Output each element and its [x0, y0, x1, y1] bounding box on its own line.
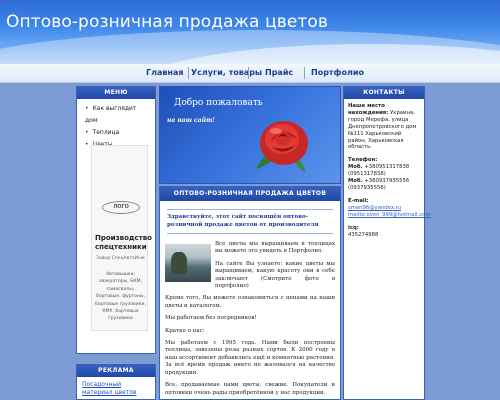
paragraph: Мы работаем с 1995 года. Нами были постр…	[165, 340, 335, 376]
nav-separator	[188, 67, 189, 79]
paragraph: На сайте Вы узнаете: какие цветы мы выра…	[215, 260, 335, 290]
advertising-panel-title: РЕКЛАМА	[77, 365, 155, 377]
paragraph: Кроме того, Вы можете ознакомиться с цен…	[165, 295, 335, 309]
email-label: E-mail:	[348, 197, 369, 204]
main-nav: Главная Услуги, товары Прайс Портфолио	[0, 64, 500, 83]
menu-item-greenhouse[interactable]: Теплица	[85, 127, 149, 139]
menu-list: Как выглядит дом Теплица Цветы	[77, 99, 155, 151]
main-content-title: ОПТОВО-РОЗНИЧНАЯ ПРОДАЖА ЦВЕТОВ	[160, 187, 340, 201]
rose-image	[256, 121, 308, 173]
menu-panel: МЕНЮ Как выглядит дом Теплица Цветы ЛОГО…	[76, 86, 156, 354]
mobile-label: Моб.	[348, 178, 363, 185]
menu-item-house[interactable]: Как выглядит дом	[85, 103, 149, 127]
main-content: ОПТОВО-РОЗНИЧНАЯ ПРОДАЖА ЦВЕТОВ Здравств…	[159, 186, 341, 400]
nav-link-price[interactable]: Прайс	[265, 68, 293, 77]
location-label: Наше место нахождения:	[348, 103, 389, 116]
house-photo	[165, 244, 211, 282]
welcome-banner: Добро пожаловать на наш сайт!	[159, 86, 341, 184]
paragraph: Все цветы мы выращиваем в теплицах вы мо…	[215, 241, 335, 255]
email-link-1[interactable]: sman96@yandex.ru	[348, 205, 420, 212]
site-title: Оптово-розничная продажа цветов	[6, 12, 329, 32]
email-link-2[interactable]: mailto:oven_999@hotmail.com	[348, 212, 431, 219]
intro-row: Все цветы мы выращиваем в теплицах вы мо…	[165, 241, 335, 295]
location-text: Украина, город Мерефа, улица Днепропетро…	[348, 109, 417, 151]
nav-separator	[304, 67, 305, 79]
nav-link-home[interactable]: Главная	[146, 68, 183, 77]
contacts-panel-title: КОНТАКТЫ	[344, 87, 424, 99]
icq-number: 435274988	[348, 231, 379, 238]
menu-panel-title: МЕНЮ	[77, 87, 155, 99]
mobile-label: Моб.	[348, 164, 363, 171]
welcome-heading: Добро пожаловать	[174, 98, 263, 108]
welcome-subheading: на наш сайт!	[167, 117, 215, 124]
ad-title: Производство спецтехники	[95, 234, 152, 251]
contacts-body: Наше место нахождения: Украина, город Ме…	[344, 99, 431, 242]
intro-texts: Все цветы мы выращиваем в теплицах вы мо…	[215, 241, 335, 295]
nav-link-portfolio[interactable]: Портфолио	[311, 68, 364, 77]
article: Все цветы мы выращиваем в теплицах вы мо…	[160, 234, 340, 397]
nav-link-services[interactable]: Услуги, товары	[191, 68, 262, 77]
paragraph: Кратко о нас:	[165, 327, 205, 334]
ad-logo: ЛОГО	[102, 201, 140, 214]
nav-separator	[248, 67, 249, 79]
site-header: Оптово-розничная продажа цветов	[0, 0, 500, 64]
greeting-text: Здравствуйте, этот сайт посвящён оптово-…	[167, 209, 333, 234]
advertising-panel: РЕКЛАМА Посадочный материал цветов	[76, 364, 156, 400]
ad-text: Автовышки, эвакуаторы, БКМ, самосвалы, б…	[95, 272, 146, 322]
icq-label: icq:	[348, 224, 359, 231]
ad-subtitle: Завод СпецАвтоИнж	[96, 256, 145, 261]
paragraph: Все, продаваемые нами цветы, свежие. Пок…	[165, 382, 335, 396]
ad-banner[interactable]: ЛОГО Производство спецтехники Завод Спец…	[91, 145, 152, 331]
contacts-panel: КОНТАКТЫ Наше место нахождения: Украина,…	[343, 86, 431, 400]
paragraph: Мы работаем без посредников!	[165, 315, 257, 322]
advertising-link[interactable]: Посадочный материал цветов	[77, 377, 155, 400]
